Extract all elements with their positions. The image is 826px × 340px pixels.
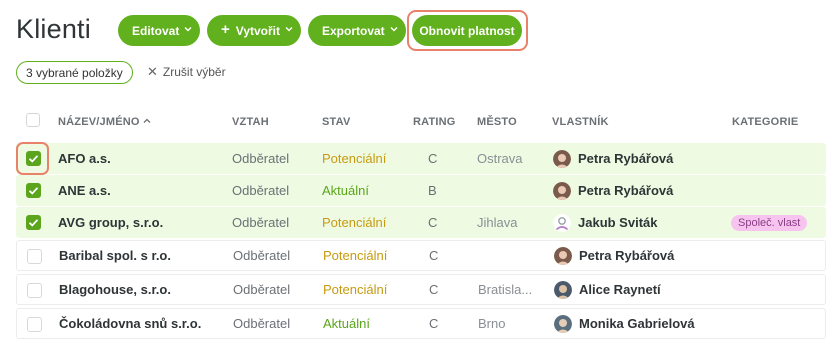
select-all-checkbox[interactable] xyxy=(26,113,40,127)
rating-value: C xyxy=(428,215,438,230)
table-row[interactable]: Čokoládovna snů s.r.o. Odběratel Aktuální C… xyxy=(16,308,826,339)
rating-value: C xyxy=(429,248,439,263)
owner[interactable]: Petra Rybářová xyxy=(554,241,674,270)
row-checkbox[interactable] xyxy=(27,283,42,298)
relation-value: Odběratel xyxy=(232,151,290,166)
table-row[interactable]: AVG group, s.r.o. Odběratel Potenciální C Ji… xyxy=(16,207,826,238)
client-name[interactable]: ANE a.s. xyxy=(58,175,111,206)
table-row[interactable]: AFO a.s. Odběratel Potenciální C Ostrava Petr… xyxy=(16,143,826,174)
owner-name: Monika Gabrielová xyxy=(579,316,695,331)
owner[interactable]: Petra Rybářová xyxy=(553,175,673,206)
renew-button-label: Obnovit platnost xyxy=(419,23,515,38)
row-checkbox-highlight xyxy=(16,142,49,175)
avatar xyxy=(554,280,572,299)
edit-button-label: Editovat xyxy=(132,23,180,38)
owner[interactable]: Petra Rybářová xyxy=(553,143,673,174)
relation-value: Odběratel xyxy=(233,316,291,331)
rating-value: C xyxy=(428,151,438,166)
avatar xyxy=(554,314,572,333)
client-name[interactable]: AVG group, s.r.o. xyxy=(58,207,163,238)
client-name[interactable]: Blagohouse, s.r.o. xyxy=(59,275,171,304)
row-checkbox[interactable] xyxy=(26,215,41,230)
relation-value: Odběratel xyxy=(233,248,291,263)
city-value: Jihlava xyxy=(477,215,518,230)
renew-validity-button[interactable]: Obnovit platnost xyxy=(412,15,522,46)
relation-value: Odběratel xyxy=(232,215,290,230)
state-value: Aktuální xyxy=(323,316,370,331)
avatar xyxy=(554,246,572,265)
category-cell: Společ. vlast xyxy=(731,207,808,238)
owner[interactable]: Alice Raynetí xyxy=(554,275,661,304)
create-button[interactable]: + Vytvořit xyxy=(207,15,301,46)
clear-selection-label: Zrušit výběr xyxy=(162,65,226,79)
relation-value: Odběratel xyxy=(232,183,290,198)
category-tag: Společ. vlast xyxy=(731,214,808,231)
avatar xyxy=(553,149,571,168)
edit-button[interactable]: Editovat xyxy=(118,15,200,46)
clear-selection-button[interactable]: ✕ Zrušit výběr xyxy=(147,64,226,80)
city-value: Brno xyxy=(478,316,506,331)
create-button-label: Vytvořit xyxy=(235,23,280,38)
page-title: Klienti xyxy=(16,14,91,44)
table-row[interactable]: ANE a.s. Odběratel Aktuální B Petra Rybářová xyxy=(16,175,826,206)
client-name[interactable]: Baribal spol. s r.o. xyxy=(59,241,171,270)
owner-name: Jakub Sviták xyxy=(578,215,658,230)
owner-name: Alice Raynetí xyxy=(579,282,661,297)
export-button-label: Exportovat xyxy=(322,23,385,38)
close-icon: ✕ xyxy=(147,64,158,79)
table-row[interactable]: Blagohouse, s.r.o. Odběratel Potenciální C B… xyxy=(16,274,826,305)
state-value: Potenciální xyxy=(323,248,388,263)
row-checkbox[interactable] xyxy=(27,249,42,264)
export-button[interactable]: Exportovat xyxy=(308,15,406,46)
chevron-down-icon xyxy=(184,25,192,32)
avatar xyxy=(553,181,571,200)
chevron-down-icon xyxy=(285,25,293,32)
state-value: Aktuální xyxy=(322,183,369,198)
row-checkbox[interactable] xyxy=(26,183,41,198)
owner-name: Petra Rybářová xyxy=(578,151,674,166)
owner[interactable]: Monika Gabrielová xyxy=(554,309,695,338)
owner-name: Petra Rybářová xyxy=(579,248,675,263)
column-header-category[interactable]: KATEGORIE xyxy=(732,116,798,128)
city-value xyxy=(477,175,547,206)
column-header-owner[interactable]: VLASTNÍK xyxy=(552,116,609,128)
city-value: Bratisla... xyxy=(478,282,533,297)
column-header-state[interactable]: STAV xyxy=(322,116,351,128)
rating-value: B xyxy=(428,183,437,198)
column-header-name-label: NÁZEV/JMÉNO xyxy=(58,116,140,128)
city-value xyxy=(478,241,548,270)
state-value: Potenciální xyxy=(322,151,387,166)
avatar xyxy=(553,213,571,232)
state-value: Potenciální xyxy=(322,215,387,230)
owner-name: Petra Rybářová xyxy=(578,183,674,198)
client-name[interactable]: Čokoládovna snů s.r.o. xyxy=(59,309,201,338)
client-name[interactable]: AFO a.s. xyxy=(58,143,111,174)
city-value: Ostrava xyxy=(477,151,523,166)
column-header-relation[interactable]: VZTAH xyxy=(232,116,269,128)
rating-value: C xyxy=(429,316,439,331)
column-header-name[interactable]: NÁZEV/JMÉNO xyxy=(58,116,151,128)
row-checkbox[interactable] xyxy=(27,317,42,332)
column-header-rating[interactable]: RATING xyxy=(413,116,456,128)
rating-value: C xyxy=(429,282,439,297)
column-header-city[interactable]: MĚSTO xyxy=(477,116,517,128)
plus-icon: + xyxy=(221,21,230,38)
relation-value: Odběratel xyxy=(233,282,291,297)
sort-ascending-icon xyxy=(143,116,151,128)
owner[interactable]: Jakub Sviták xyxy=(553,207,658,238)
selected-items-badge: 3 vybrané položky xyxy=(16,61,133,84)
chevron-down-icon xyxy=(390,25,398,32)
state-value: Potenciální xyxy=(323,282,388,297)
table-row[interactable]: Baribal spol. s r.o. Odběratel Potenciální… xyxy=(16,240,826,271)
selected-items-count: 3 vybrané položky xyxy=(26,65,123,80)
